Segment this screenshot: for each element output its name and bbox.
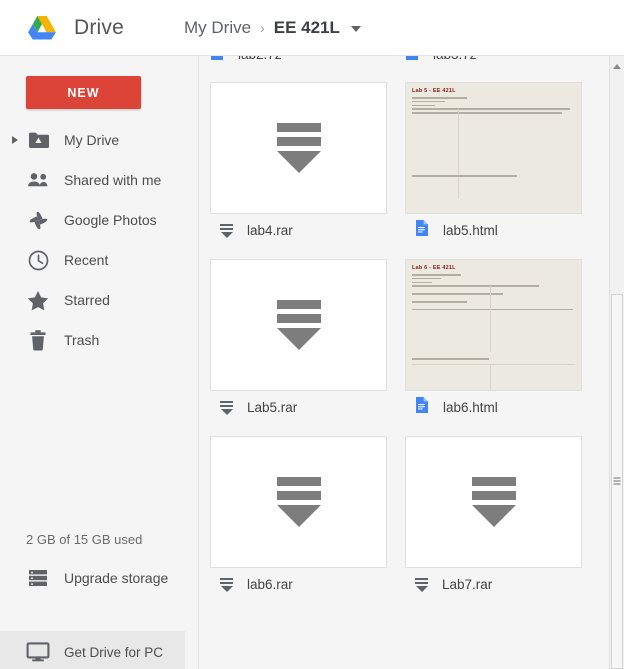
- sidebar-item-label: Starred: [64, 292, 110, 308]
- clock-icon: [26, 248, 50, 272]
- file-card-lab6-html[interactable]: Lab 6 - EE 421L lab6.html: [405, 247, 600, 424]
- expand-triangle-icon[interactable]: [12, 136, 18, 144]
- file-card-footer: lab6.rar: [210, 568, 405, 601]
- file-name: lab6.html: [443, 400, 498, 415]
- sidebar-item-shared-with-me[interactable]: Shared with me: [0, 160, 199, 200]
- file-name: lab6.rar: [247, 577, 293, 592]
- file-name: lab2.7z: [238, 56, 282, 62]
- blue-file-icon: [210, 56, 224, 66]
- drive-app-window: Drive My Drive › EE 421L NEW My Drive Sh…: [0, 0, 624, 669]
- google-drive-logo-icon: [28, 16, 56, 40]
- file-name: Lab5.rar: [247, 400, 298, 415]
- scroll-up-arrow-icon[interactable]: [610, 58, 624, 74]
- file-row: Lab5.rar Lab 6 - EE 421L lab6.html: [200, 247, 609, 424]
- file-name: Lab7.rar: [442, 577, 493, 592]
- file-row: lab4.rar Lab 5 - EE 421L lab5.html: [200, 70, 609, 247]
- sidebar-item-label: Trash: [64, 332, 100, 348]
- file-thumbnail[interactable]: Lab 6 - EE 421L: [405, 259, 582, 391]
- sidebar-item-recent[interactable]: Recent: [0, 240, 199, 280]
- app-title: Drive: [74, 15, 125, 39]
- file-thumbnail[interactable]: [210, 82, 387, 214]
- photos-pinwheel-icon: [26, 208, 50, 232]
- file-thumbnail[interactable]: Lab 5 - EE 421L: [405, 82, 582, 214]
- storage-usage-text: 2 GB of 15 GB used: [26, 532, 143, 547]
- scrollbar-thumb[interactable]: [611, 294, 623, 669]
- get-drive-for-pc-button[interactable]: Get Drive for PC: [0, 631, 185, 669]
- breadcrumb-current[interactable]: EE 421L: [274, 18, 340, 38]
- breadcrumb-separator: ›: [260, 19, 265, 36]
- storage-bars-icon: [26, 566, 50, 590]
- file-name: lab3.7z: [433, 56, 477, 62]
- breadcrumb-parent[interactable]: My Drive: [184, 18, 251, 38]
- archive-icon: [276, 300, 321, 350]
- app-header: Drive My Drive › EE 421L: [0, 0, 624, 56]
- vertical-scrollbar[interactable]: [609, 56, 624, 669]
- breadcrumb: My Drive › EE 421L: [184, 0, 361, 56]
- file-card-footer: Lab7.rar: [405, 568, 600, 601]
- archive-icon: [276, 477, 321, 527]
- file-card-footer: lab6.html: [405, 391, 600, 424]
- sidebar-item-starred[interactable]: Starred: [0, 280, 199, 320]
- file-row-clipped: lab2.7z lab3.7z: [200, 56, 609, 70]
- html-preview: Lab 5 - EE 421L: [406, 83, 581, 213]
- file-row: lab6.rar Lab7.rar: [200, 424, 609, 601]
- html-preview-title: Lab 5 - EE 421L: [412, 88, 456, 94]
- sidebar-item-google-photos[interactable]: Google Photos: [0, 200, 199, 240]
- sidebar-item-my-drive[interactable]: My Drive: [0, 120, 199, 160]
- drive-logo: [14, 15, 70, 40]
- file-card-lab5-html[interactable]: Lab 5 - EE 421L lab5.html: [405, 70, 600, 247]
- file-grid: lab2.7z lab3.7z: [200, 56, 609, 601]
- sidebar-item-trash[interactable]: Trash: [0, 320, 199, 360]
- archive-icon: [471, 477, 516, 527]
- get-drive-for-pc-label: Get Drive for PC: [64, 644, 164, 660]
- file-grid-area: lab2.7z lab3.7z: [200, 56, 609, 669]
- file-card-lab7-rar[interactable]: Lab7.rar: [405, 424, 600, 601]
- archive-icon: [276, 123, 321, 173]
- sidebar-item-label: Shared with me: [64, 172, 162, 188]
- sidebar-item-label: Google Photos: [64, 212, 157, 228]
- file-item-lab3-7z[interactable]: lab3.7z: [405, 56, 600, 70]
- sidebar: NEW My Drive Shared with me Google Photo…: [0, 56, 199, 669]
- sidebar-item-label: My Drive: [64, 132, 120, 148]
- people-icon: [26, 168, 50, 192]
- file-card-footer: Lab5.rar: [210, 391, 405, 424]
- sidebar-nav-list: My Drive Shared with me Google Photos Re…: [0, 120, 199, 360]
- file-thumbnail[interactable]: [210, 436, 387, 568]
- archive-icon: [220, 577, 233, 592]
- file-card-footer: lab5.html: [405, 214, 600, 247]
- upgrade-storage-label: Upgrade storage: [64, 570, 169, 586]
- html-preview: Lab 6 - EE 421L: [406, 260, 581, 390]
- html-doc-icon: [415, 396, 429, 419]
- new-button[interactable]: NEW: [26, 76, 141, 109]
- star-icon: [26, 288, 50, 312]
- trash-icon: [26, 328, 50, 352]
- sidebar-item-label: Recent: [64, 252, 109, 268]
- upgrade-storage-button[interactable]: Upgrade storage: [0, 558, 199, 598]
- blue-file-icon: [405, 56, 419, 66]
- scrollbar-grip-icon: [613, 477, 621, 486]
- chevron-down-icon[interactable]: [350, 26, 361, 32]
- my-drive-folder-icon: [26, 128, 50, 152]
- file-card-lab6-rar[interactable]: lab6.rar: [210, 424, 405, 601]
- monitor-icon: [26, 640, 50, 664]
- file-thumbnail[interactable]: [210, 259, 387, 391]
- file-name: lab4.rar: [247, 223, 293, 238]
- archive-icon: [220, 400, 233, 415]
- file-card-lab4-rar[interactable]: lab4.rar: [210, 70, 405, 247]
- archive-icon: [415, 577, 428, 592]
- file-item-lab2-7z[interactable]: lab2.7z: [210, 56, 405, 70]
- file-name: lab5.html: [443, 223, 498, 238]
- html-doc-icon: [415, 219, 429, 242]
- file-thumbnail[interactable]: [405, 436, 582, 568]
- file-card-lab5-rar[interactable]: Lab5.rar: [210, 247, 405, 424]
- html-preview-title: Lab 6 - EE 421L: [412, 265, 456, 271]
- archive-icon: [220, 223, 233, 238]
- file-card-footer: lab4.rar: [210, 214, 405, 247]
